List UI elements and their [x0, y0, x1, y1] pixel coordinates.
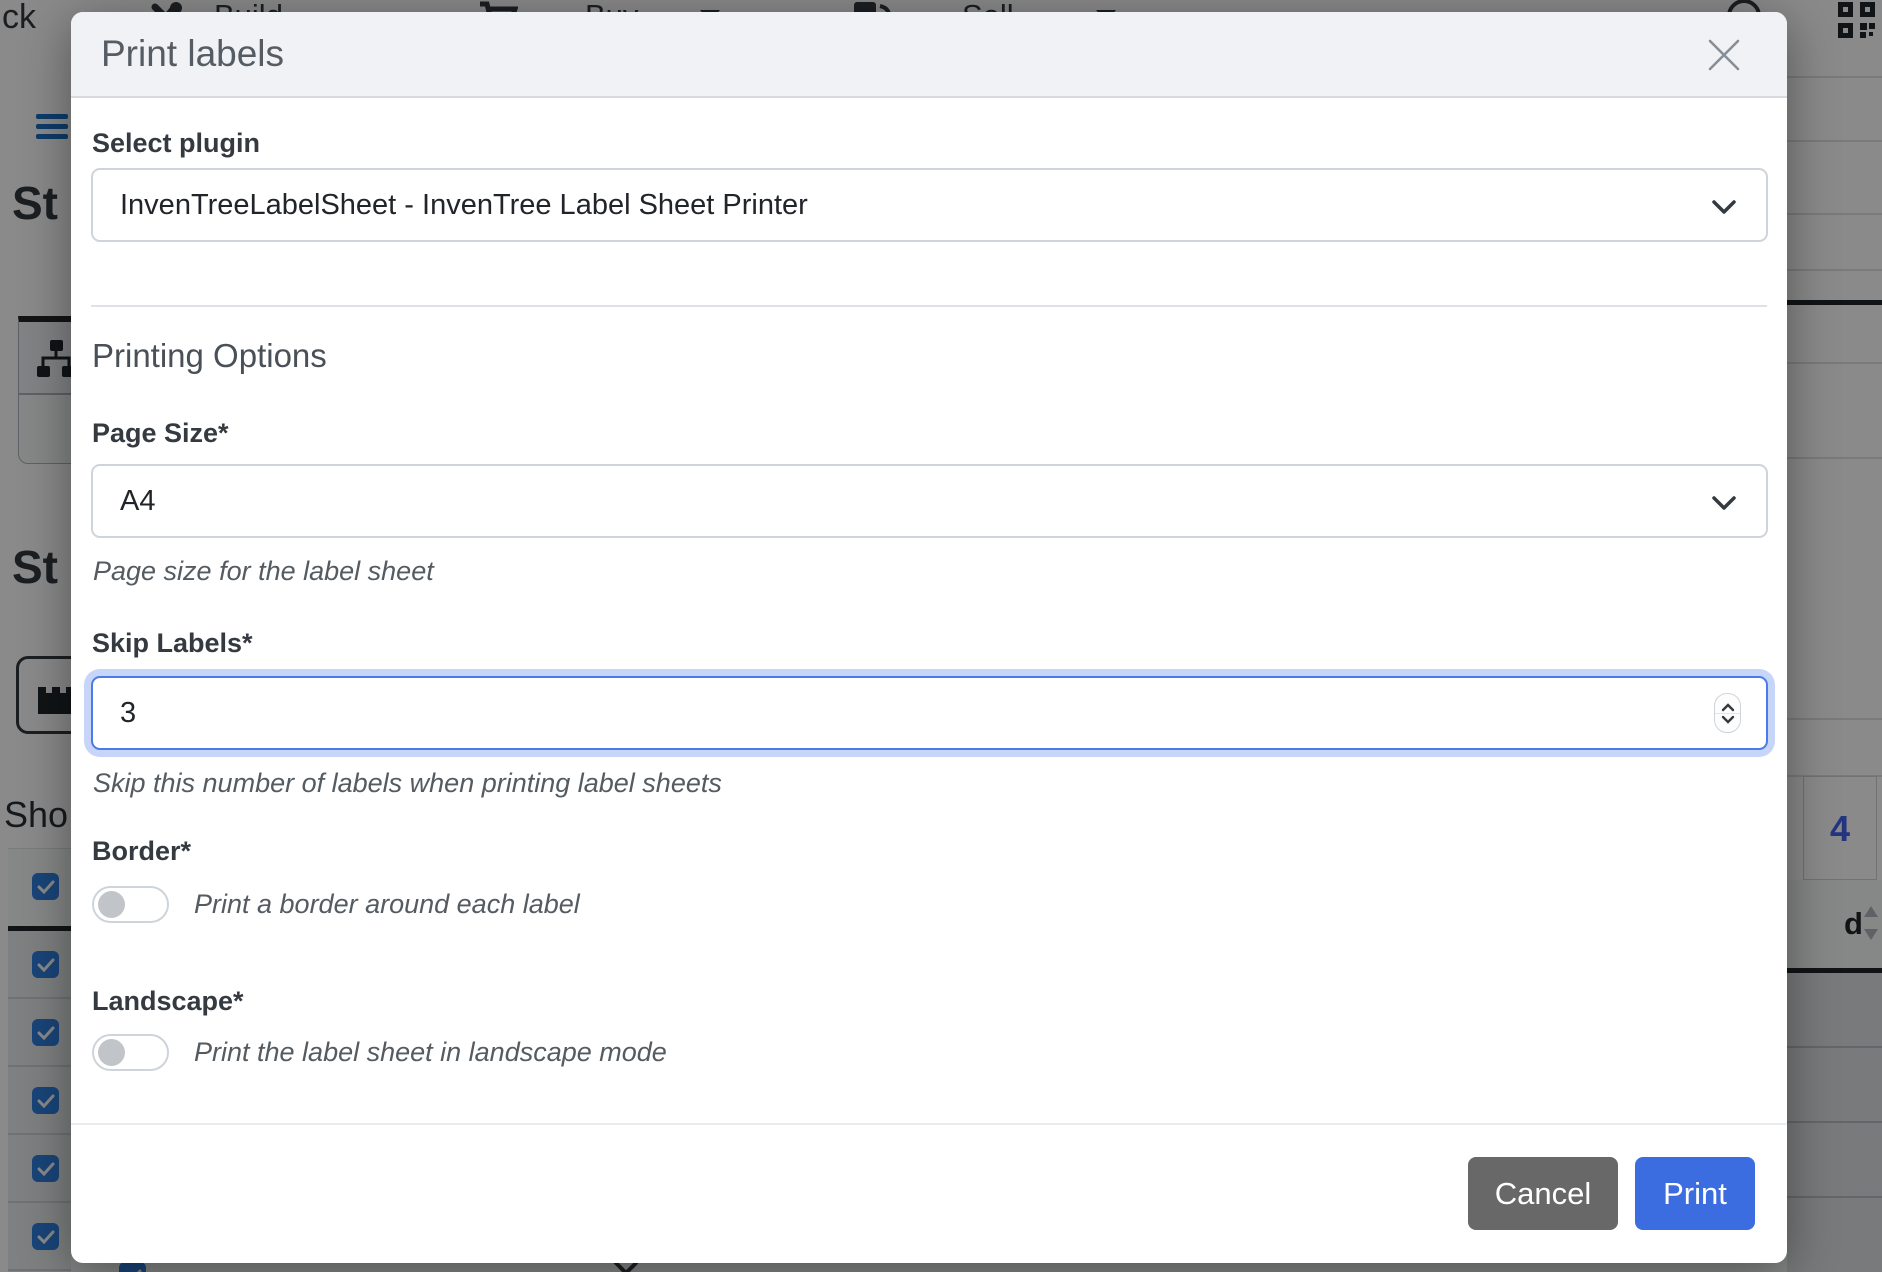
skip-labels-input[interactable] [91, 676, 1768, 750]
section-divider [91, 305, 1767, 307]
toggle-knob [98, 1039, 125, 1066]
page-size-label: Page Size* [92, 418, 229, 449]
number-stepper[interactable] [1714, 693, 1741, 733]
landscape-help: Print the label sheet in landscape mode [194, 1037, 667, 1068]
border-field: Print a border around each label [92, 886, 580, 923]
chevron-down-icon [1711, 194, 1737, 220]
toggle-knob [98, 891, 125, 918]
close-icon [1705, 36, 1743, 74]
landscape-toggle[interactable] [92, 1034, 169, 1071]
page-size-select[interactable]: A4 [91, 464, 1768, 538]
page-size-select-value: A4 [120, 485, 155, 518]
stepper-divider [1715, 713, 1740, 714]
page-size-help: Page size for the label sheet [93, 556, 434, 587]
landscape-field: Print the label sheet in landscape mode [92, 1034, 667, 1071]
landscape-label: Landscape* [92, 986, 244, 1017]
print-labels-modal: Print labels Select plugin InvenTreeLabe… [71, 12, 1787, 1263]
skip-labels-label: Skip Labels* [92, 628, 253, 659]
footer-divider [71, 1123, 1787, 1125]
plugin-select[interactable]: InvenTreeLabelSheet - InvenTree Label Sh… [91, 168, 1768, 242]
skip-labels-help: Skip this number of labels when printing… [93, 768, 722, 799]
modal-header: Print labels [71, 12, 1787, 98]
border-label: Border* [92, 836, 191, 867]
screen: ck Build Buy Sell [0, 0, 1882, 1272]
print-button[interactable]: Print [1635, 1157, 1755, 1230]
border-help: Print a border around each label [194, 889, 580, 920]
border-toggle[interactable] [92, 886, 169, 923]
cancel-button[interactable]: Cancel [1468, 1157, 1618, 1230]
plugin-select-value: InvenTreeLabelSheet - InvenTree Label Sh… [120, 189, 808, 222]
printing-options-heading: Printing Options [92, 337, 327, 375]
stepper-up-icon[interactable] [1721, 703, 1735, 712]
stepper-down-icon[interactable] [1721, 715, 1735, 724]
skip-labels-field [91, 676, 1768, 750]
modal-title: Print labels [101, 12, 284, 96]
chevron-down-icon [1711, 490, 1737, 516]
close-button[interactable] [1705, 36, 1743, 74]
plugin-label: Select plugin [92, 128, 260, 159]
